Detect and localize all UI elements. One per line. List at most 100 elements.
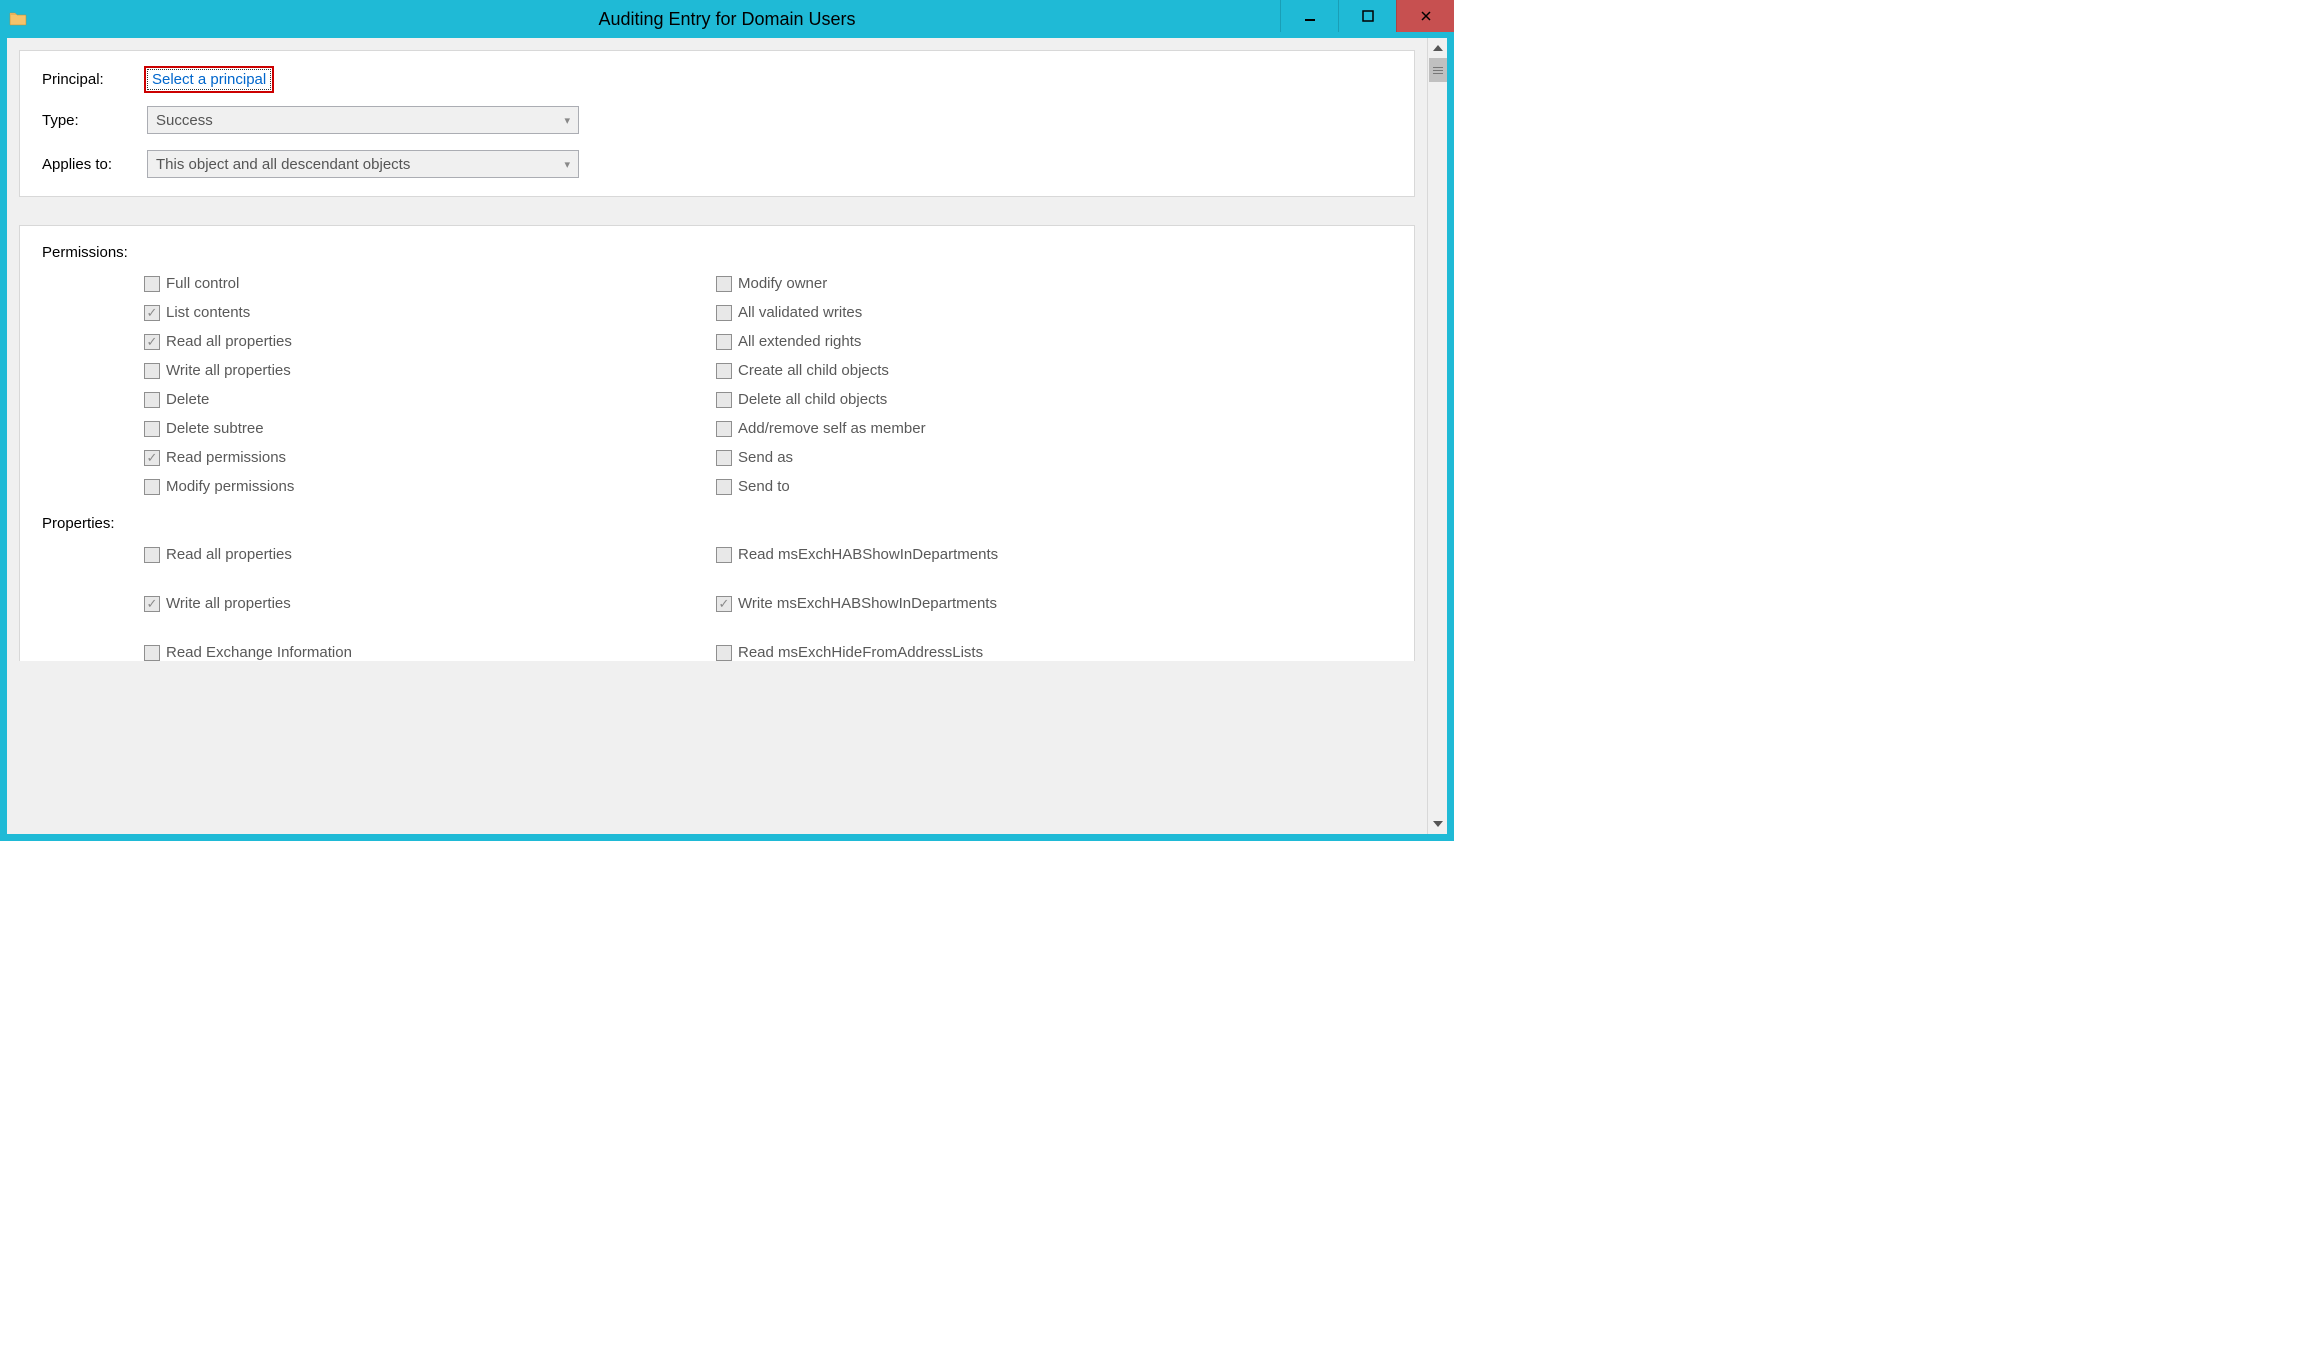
- permission-checkbox[interactable]: Modify permissions: [144, 478, 716, 495]
- checkbox-icon[interactable]: ✓: [144, 334, 160, 350]
- client-area: Principal: Select a principal Type: Succ…: [0, 38, 1454, 841]
- permissions-grid: Full control ✓ List contents ✓ Read all prop…: [144, 275, 1392, 495]
- permission-checkbox[interactable]: All extended rights: [716, 333, 926, 350]
- checkbox-label: Send to: [738, 478, 790, 495]
- permission-checkbox[interactable]: Add/remove self as member: [716, 420, 926, 437]
- checkbox-label: Read all properties: [166, 546, 292, 563]
- checkbox-icon[interactable]: [144, 276, 160, 292]
- permission-checkbox[interactable]: Delete subtree: [144, 420, 716, 437]
- checkbox-icon[interactable]: [144, 421, 160, 437]
- checkmark-icon: ✓: [147, 335, 158, 348]
- checkbox-icon[interactable]: ✓: [144, 596, 160, 612]
- principal-label: Principal:: [42, 71, 147, 88]
- checkbox-icon[interactable]: [144, 363, 160, 379]
- permission-checkbox[interactable]: Full control: [144, 275, 716, 292]
- checkbox-icon[interactable]: [144, 479, 160, 495]
- auditing-entry-window: Auditing Entry for Domain Users Principa…: [0, 0, 1454, 841]
- permission-checkbox[interactable]: Create all child objects: [716, 362, 926, 379]
- scroll-options-icon[interactable]: [1429, 58, 1447, 82]
- close-button[interactable]: [1396, 0, 1454, 32]
- applies-to-value: This object and all descendant objects: [156, 156, 410, 173]
- principal-panel: Principal: Select a principal Type: Succ…: [19, 50, 1415, 197]
- permission-checkbox[interactable]: Send to: [716, 478, 926, 495]
- property-checkbox[interactable]: Read Exchange Information: [144, 644, 716, 661]
- checkbox-icon[interactable]: [716, 334, 732, 350]
- applies-to-combo[interactable]: This object and all descendant objects ▾: [147, 150, 579, 178]
- checkbox-icon[interactable]: [716, 547, 732, 563]
- checkbox-label: Modify owner: [738, 275, 827, 292]
- checkbox-icon[interactable]: [716, 421, 732, 437]
- chevron-down-icon: ▾: [564, 114, 570, 127]
- properties-grid: Read all properties ✓ Write all properties…: [144, 546, 1392, 661]
- checkbox-icon[interactable]: ✓: [144, 305, 160, 321]
- checkbox-label: Read permissions: [166, 449, 286, 466]
- minimize-button[interactable]: [1280, 0, 1338, 32]
- checkbox-icon[interactable]: [716, 276, 732, 292]
- permission-checkbox[interactable]: ✓ List contents: [144, 304, 716, 321]
- checkbox-label: List contents: [166, 304, 250, 321]
- checkbox-label: Delete all child objects: [738, 391, 887, 408]
- checkbox-label: Create all child objects: [738, 362, 889, 379]
- content-area: Principal: Select a principal Type: Succ…: [7, 38, 1427, 834]
- type-value: Success: [156, 112, 213, 129]
- checkbox-label: Add/remove self as member: [738, 420, 926, 437]
- checkbox-label: Write all properties: [166, 595, 291, 612]
- chevron-down-icon: ▾: [564, 158, 570, 171]
- permission-checkbox[interactable]: ✓ Read permissions: [144, 449, 716, 466]
- checkbox-icon[interactable]: [716, 645, 732, 661]
- permission-checkbox[interactable]: Send as: [716, 449, 926, 466]
- properties-heading: Properties:: [42, 515, 1392, 532]
- permissions-panel: Permissions: Full control✓List contents✓…: [19, 225, 1415, 661]
- select-principal-link[interactable]: Select a principal: [147, 69, 271, 90]
- property-checkbox[interactable]: Read msExchHABShowInDepartments: [716, 546, 998, 563]
- permission-checkbox[interactable]: All validated writes: [716, 304, 926, 321]
- window-controls: [1280, 0, 1454, 38]
- type-combo[interactable]: Success ▾: [147, 106, 579, 134]
- permissions-heading: Permissions:: [42, 244, 1392, 261]
- property-checkbox[interactable]: Read msExchHideFromAddressLists: [716, 644, 998, 661]
- checkmark-icon: ✓: [147, 451, 158, 464]
- checkmark-icon: ✓: [719, 597, 730, 610]
- permission-checkbox[interactable]: Write all properties: [144, 362, 716, 379]
- scroll-down-arrow[interactable]: [1428, 814, 1447, 834]
- checkbox-label: Write msExchHABShowInDepartments: [738, 595, 997, 612]
- type-label: Type:: [42, 112, 147, 129]
- applies-to-label: Applies to:: [42, 156, 147, 173]
- checkbox-label: All validated writes: [738, 304, 862, 321]
- checkbox-icon[interactable]: ✓: [716, 596, 732, 612]
- permission-checkbox[interactable]: Modify owner: [716, 275, 926, 292]
- checkbox-icon[interactable]: ✓: [144, 450, 160, 466]
- property-checkbox[interactable]: Read all properties: [144, 546, 716, 563]
- permission-checkbox[interactable]: ✓ Read all properties: [144, 333, 716, 350]
- checkbox-label: Read all properties: [166, 333, 292, 350]
- window-title: Auditing Entry for Domain Users: [0, 9, 1454, 30]
- checkbox-label: Read Exchange Information: [166, 644, 352, 661]
- checkbox-icon[interactable]: [716, 479, 732, 495]
- checkbox-icon[interactable]: [144, 645, 160, 661]
- scroll-up-arrow[interactable]: [1428, 38, 1447, 58]
- checkbox-icon[interactable]: [716, 392, 732, 408]
- permission-checkbox[interactable]: Delete: [144, 391, 716, 408]
- checkbox-icon[interactable]: [716, 363, 732, 379]
- checkbox-icon[interactable]: [716, 450, 732, 466]
- checkbox-icon[interactable]: [144, 547, 160, 563]
- checkbox-label: Write all properties: [166, 362, 291, 379]
- property-checkbox[interactable]: ✓ Write all properties: [144, 595, 716, 612]
- permission-checkbox[interactable]: Delete all child objects: [716, 391, 926, 408]
- checkbox-label: Delete subtree: [166, 420, 264, 437]
- checkbox-icon[interactable]: [716, 305, 732, 321]
- checkbox-label: Modify permissions: [166, 478, 294, 495]
- folder-icon: [8, 9, 28, 29]
- property-checkbox[interactable]: ✓ Write msExchHABShowInDepartments: [716, 595, 998, 612]
- checkbox-label: Read msExchHABShowInDepartments: [738, 546, 998, 563]
- checkbox-label: Read msExchHideFromAddressLists: [738, 644, 983, 661]
- checkmark-icon: ✓: [147, 306, 158, 319]
- maximize-button[interactable]: [1338, 0, 1396, 32]
- checkbox-label: Delete: [166, 391, 209, 408]
- checkbox-label: Send as: [738, 449, 793, 466]
- checkbox-label: All extended rights: [738, 333, 861, 350]
- checkmark-icon: ✓: [147, 597, 158, 610]
- titlebar[interactable]: Auditing Entry for Domain Users: [0, 0, 1454, 38]
- checkbox-icon[interactable]: [144, 392, 160, 408]
- vertical-scrollbar[interactable]: [1427, 38, 1447, 834]
